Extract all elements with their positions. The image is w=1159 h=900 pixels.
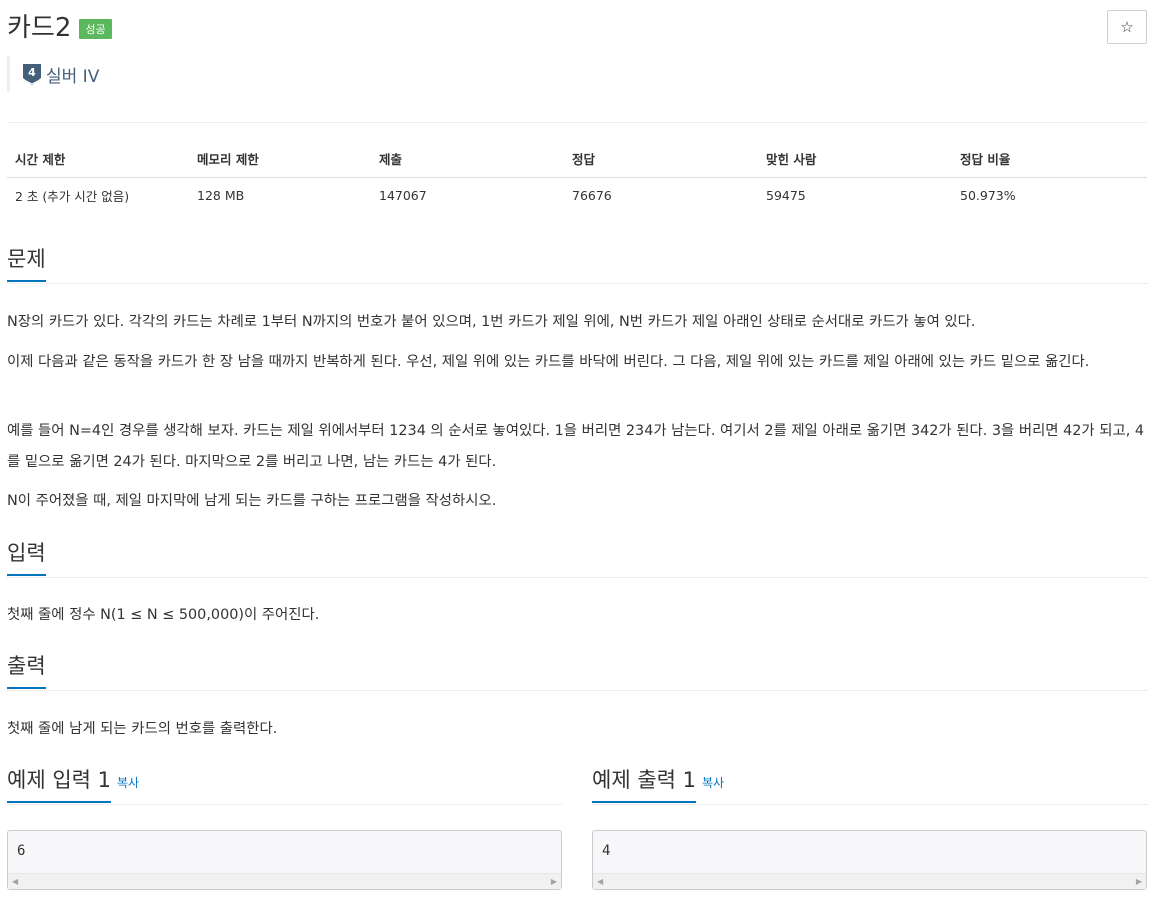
header-accepted: 정답: [564, 141, 758, 178]
output-section-header: 출력: [7, 651, 1147, 691]
divider: [7, 122, 1147, 123]
output-description: 첫째 줄에 남게 되는 카드의 번호를 출력한다.: [7, 721, 278, 737]
sample-input-header: 예제 입력 1 복사: [7, 765, 562, 805]
problem-title: 카드2: [7, 13, 72, 43]
sample-input-box[interactable]: 6 ◀ ▶: [7, 830, 562, 890]
sample-output-heading: 예제 출력 1: [592, 765, 696, 803]
accepted-value: 76676: [572, 187, 612, 203]
problem-paragraph: 이제 다음과 같은 동작을 카드가 한 장 남을 때까지 반복하게 된다. 우선…: [7, 354, 1090, 370]
section-rule: [592, 804, 1147, 805]
status-badge: 성공: [79, 19, 112, 39]
silver-tier-icon: 4: [23, 63, 41, 85]
horizontal-scrollbar[interactable]: ◀ ▶: [8, 873, 561, 889]
sample-output-box[interactable]: 4 ◀ ▶: [592, 830, 1147, 890]
problem-section-header: 문제: [7, 244, 1147, 284]
header-solvers: 맞힌 사람: [758, 141, 952, 178]
info-table-row: 2 초 (추가 시간 없음) 128 MB 147067 76676 59475…: [7, 177, 1147, 213]
submissions-value: 147067: [379, 187, 427, 203]
star-icon: ☆: [1120, 18, 1134, 36]
problem-paragraph: N장의 카드가 있다. 각각의 카드는 차례로 1부터 N까지의 번호가 붙어 …: [7, 314, 976, 330]
copy-sample-input-button[interactable]: 복사: [117, 776, 139, 790]
scroll-left-arrow-icon[interactable]: ◀: [12, 877, 18, 887]
horizontal-scrollbar[interactable]: ◀ ▶: [593, 873, 1146, 889]
accept-ratio-value: 50.973%: [960, 187, 1016, 203]
problem-info-table: 시간 제한 메모리 제한 제출 정답 맞힌 사람 정답 비율 2 초 (추가 시…: [7, 141, 1147, 213]
section-rule: [7, 804, 562, 805]
section-rule: [7, 577, 1147, 578]
tier-label: 실버 IV: [46, 66, 100, 87]
memory-limit-value: 128 MB: [197, 187, 245, 203]
scroll-right-arrow-icon[interactable]: ▶: [1136, 877, 1142, 887]
info-table-header-row: 시간 제한 메모리 제한 제출 정답 맞힌 사람 정답 비율: [7, 141, 1147, 178]
sample-output-value: 4: [602, 843, 611, 859]
tier-number: 4: [28, 66, 36, 79]
problem-section-heading: 문제: [7, 244, 46, 282]
sample-input-value: 6: [17, 843, 26, 859]
sample-output-header: 예제 출력 1 복사: [592, 765, 1147, 805]
header-accept-ratio: 정답 비율: [952, 141, 1147, 178]
header-submissions: 제출: [371, 141, 564, 178]
header-time-limit: 시간 제한: [7, 141, 189, 178]
problem-paragraph: 예를 들어 N=4인 경우를 생각해 보자. 카드는 제일 위에서부터 1234…: [7, 423, 1145, 470]
problem-page: 카드2 성공 ☆ 4 실버 IV 시간 제한 메모리 제한 제출 정답 맞힌 사…: [0, 0, 1159, 900]
output-section-heading: 출력: [7, 651, 46, 689]
input-section-header: 입력: [7, 538, 1147, 578]
scroll-right-arrow-icon[interactable]: ▶: [551, 877, 557, 887]
input-description: 첫째 줄에 정수 N(1 ≤ N ≤ 500,000)이 주어진다.: [7, 607, 320, 623]
copy-sample-output-button[interactable]: 복사: [702, 776, 724, 790]
section-rule: [7, 283, 1147, 284]
solvers-value: 59475: [766, 187, 806, 203]
problem-title-row: 카드2 성공: [7, 10, 112, 46]
problem-paragraph: N이 주어졌을 때, 제일 마지막에 남게 되는 카드를 구하는 프로그램을 작…: [7, 493, 497, 509]
input-section-heading: 입력: [7, 538, 46, 576]
header-memory-limit: 메모리 제한: [189, 141, 371, 178]
scroll-left-arrow-icon[interactable]: ◀: [597, 877, 603, 887]
sample-input-heading: 예제 입력 1: [7, 765, 111, 803]
favorite-star-button[interactable]: ☆: [1107, 10, 1147, 44]
section-rule: [7, 690, 1147, 691]
time-limit-value: 2 초 (추가 시간 없음): [15, 188, 130, 204]
tier-row: 4 실버 IV: [7, 56, 99, 92]
